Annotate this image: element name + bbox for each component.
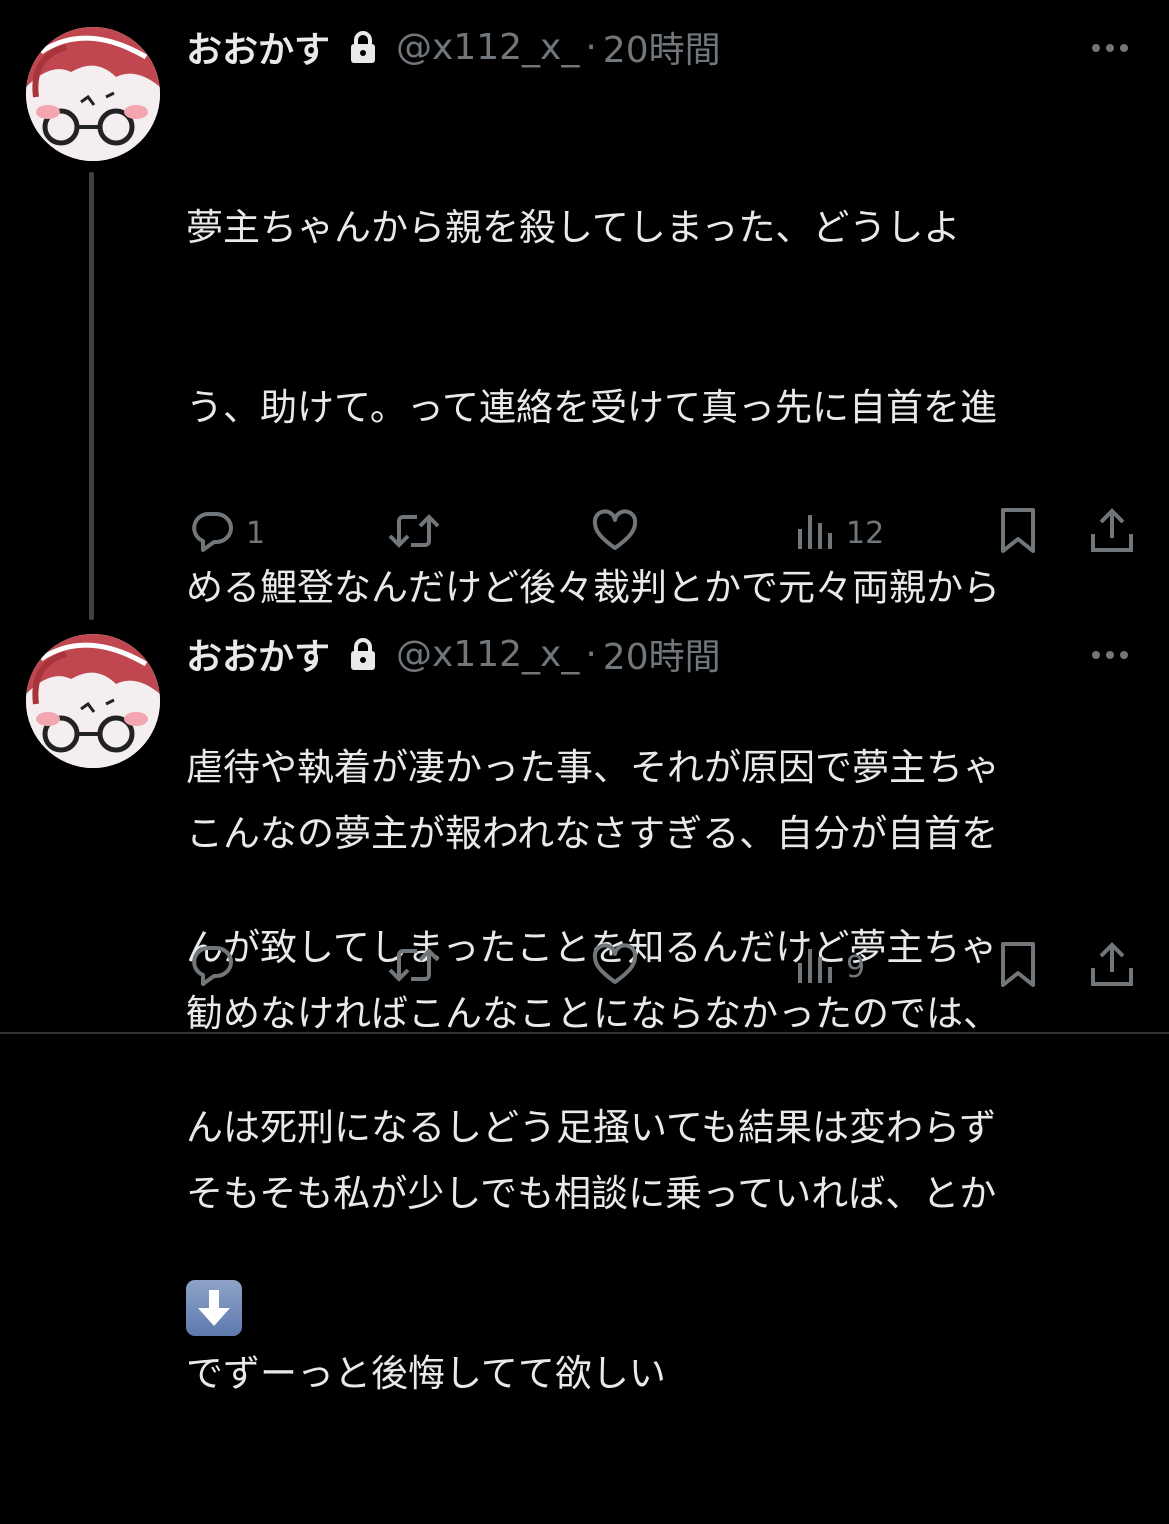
reply-button[interactable]: 1 <box>188 508 265 558</box>
view-count: 9 <box>846 949 866 985</box>
tweet-text-line: そもそも私が少しでも相談に乗っていれば、とか <box>186 1172 997 1215</box>
tweet-header: おおかす @x112_x_ · 20時間 <box>186 21 721 73</box>
share-icon <box>1088 506 1136 560</box>
tweet-header: おおかす @x112_x_ · 20時間 <box>186 628 721 680</box>
tweet-actions: 1 12 <box>0 508 1169 558</box>
tweet-text: こんなの夢主が報われなさすぎる、自分が自首を 勧めなければこんなことにならなかっ… <box>186 684 1126 1524</box>
user-handle[interactable]: @x112_x_ <box>396 634 579 675</box>
bottom-divider <box>0 1032 1169 1034</box>
retweet-icon <box>387 941 441 993</box>
share-icon <box>1088 940 1136 994</box>
views-button[interactable]: 9 <box>796 942 865 992</box>
separator-dot: · <box>585 26 597 68</box>
share-button[interactable] <box>1088 508 1136 558</box>
more-icon[interactable] <box>1092 44 1128 52</box>
share-button[interactable] <box>1088 942 1136 992</box>
reply-button[interactable] <box>188 942 246 992</box>
avatar[interactable] <box>26 634 160 768</box>
display-name[interactable]: おおかす <box>186 628 330 680</box>
tweet-text-line: 夢主ちゃんから親を殺してしまった、どうしよ <box>186 206 961 249</box>
reply-count: 1 <box>246 515 266 551</box>
like-button[interactable] <box>591 942 649 992</box>
bookmark-button[interactable] <box>998 942 1038 992</box>
reply-icon <box>188 941 236 993</box>
like-icon <box>591 941 639 993</box>
lock-icon <box>348 30 378 64</box>
retweet-icon <box>387 507 441 559</box>
view-count: 12 <box>846 515 885 551</box>
tweet-text-line: こんなの夢主が報われなさすぎる、自分が自首を <box>186 812 999 855</box>
reply-icon <box>188 507 236 559</box>
avatar[interactable] <box>26 27 160 161</box>
retweet-button[interactable] <box>387 942 451 992</box>
bookmark-icon <box>998 940 1038 994</box>
views-icon <box>796 507 836 559</box>
timestamp[interactable]: 20時間 <box>603 21 721 73</box>
more-icon[interactable] <box>1092 651 1128 659</box>
lock-icon <box>348 637 378 671</box>
user-handle[interactable]: @x112_x_ <box>396 27 579 68</box>
like-button[interactable] <box>591 508 649 558</box>
views-icon <box>796 941 836 993</box>
tweet-text-line: う、助けて。って連絡を受けて真っ先に自首を進 <box>186 386 998 429</box>
tweet-text-line: 勧めなければこんなことにならなかったのでは、 <box>186 992 1000 1035</box>
bookmark-icon <box>998 506 1038 560</box>
tweet-text-line: める鯉登なんだけど後々裁判とかで元々両親から <box>186 566 1000 609</box>
tweet-text-line: でずーっと後悔してて欲しい <box>186 1352 666 1395</box>
retweet-button[interactable] <box>387 508 451 558</box>
views-button[interactable]: 12 <box>796 508 884 558</box>
tweet-actions: 9 <box>0 942 1169 992</box>
timestamp[interactable]: 20時間 <box>603 628 721 680</box>
display-name[interactable]: おおかす <box>186 21 330 73</box>
like-icon <box>591 507 639 559</box>
separator-dot: · <box>585 633 597 675</box>
bookmark-button[interactable] <box>998 508 1038 558</box>
